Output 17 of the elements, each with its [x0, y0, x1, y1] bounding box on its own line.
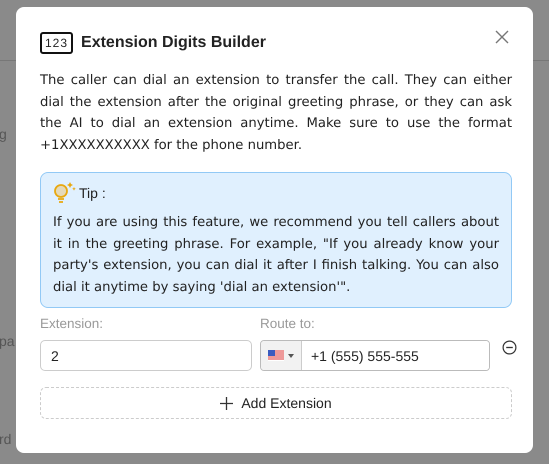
remove-icon[interactable]: [502, 340, 517, 355]
caret-icon: [288, 354, 294, 358]
route-label: Route to:: [260, 316, 316, 331]
add-extension-button[interactable]: Add Extension: [40, 387, 512, 419]
description-text: The caller can dial an extension to transfer the call. They can either dial the extension after the original greeting phrase, or they can ask the AI to dial an extension anytime. Make sure to use the format +1XXXXXXXXXX for the phone number.: [40, 72, 512, 154]
tip-label: Tip :: [79, 185, 106, 201]
country-dropdown[interactable]: [261, 341, 302, 370]
extension-label: Extension:: [40, 316, 104, 331]
close-icon[interactable]: [495, 30, 509, 44]
dialog-title: Extension Digits Builder: [81, 34, 266, 52]
plus-icon: [220, 396, 234, 410]
phone-input[interactable]: +1 (555) 555-555: [260, 340, 490, 371]
lightbulb-icon: [53, 181, 77, 205]
flag-icon: [268, 350, 284, 361]
extension-input[interactable]: 2: [40, 340, 252, 371]
number-icon: 123: [40, 32, 74, 54]
tip-text: If you are using this feature, we recommend you tell callers about it in the greeting phrase. For example, "If you already know your party's extension, you can dial it after I finish talking. You can also dial it anytime by saying 'dial an extension'".: [53, 214, 499, 296]
